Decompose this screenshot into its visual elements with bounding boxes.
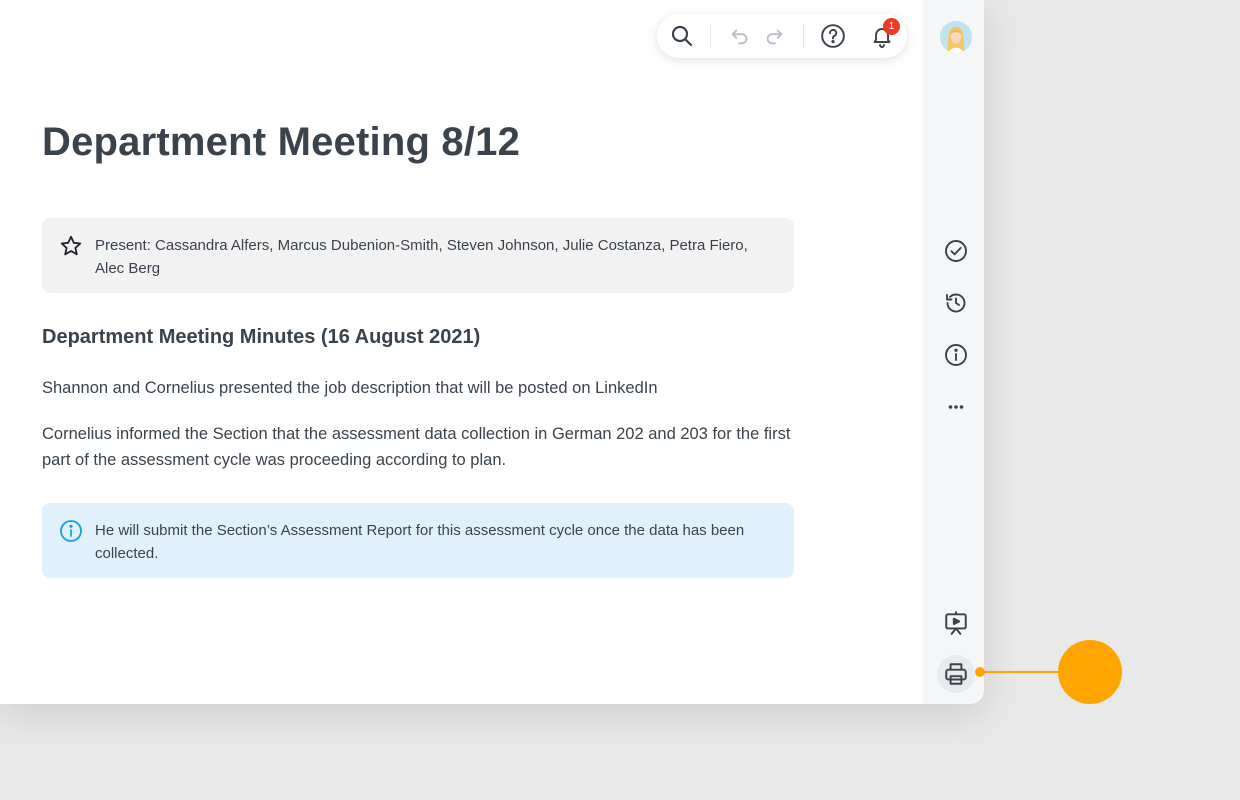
search-icon[interactable] <box>667 21 697 51</box>
present-callout: Present: Cassandra Alfers, Marcus Dubeni… <box>42 218 794 293</box>
notification-badge: 1 <box>883 18 900 35</box>
redo-icon[interactable] <box>759 21 789 51</box>
page-title: Department Meeting 8/12 <box>42 120 521 164</box>
print-icon[interactable] <box>937 655 975 693</box>
pointer-line <box>980 671 1062 673</box>
history-icon[interactable] <box>940 287 972 319</box>
info-circle-icon[interactable] <box>940 339 972 371</box>
section-heading: Department Meeting Minutes (16 August 20… <box>42 326 481 348</box>
app-window: 1 Department Meeting 8/12 Present: Cassa… <box>0 0 984 704</box>
more-icon[interactable] <box>940 391 972 423</box>
top-toolbar: 1 <box>657 14 907 58</box>
present-icon[interactable] <box>940 607 972 639</box>
undo-icon[interactable] <box>725 21 755 51</box>
info-callout-text: He will submit the Section’s Assessment … <box>95 522 745 562</box>
info-icon <box>60 520 82 542</box>
check-circle-icon[interactable] <box>940 235 972 267</box>
star-icon <box>60 235 82 256</box>
pointer-dot <box>975 667 985 677</box>
paragraph: Shannon and Cornelius presented the job … <box>42 379 658 397</box>
present-callout-text: Present: Cassandra Alfers, Marcus Dubeni… <box>95 237 748 277</box>
info-callout: He will submit the Section’s Assessment … <box>42 503 794 578</box>
avatar[interactable] <box>940 21 972 53</box>
toolbar-divider <box>710 24 711 48</box>
pointer-marker <box>1058 640 1122 704</box>
paragraph: Cornelius informed the Section that the … <box>42 425 791 469</box>
help-icon[interactable] <box>818 21 848 51</box>
toolbar-divider <box>803 24 804 48</box>
